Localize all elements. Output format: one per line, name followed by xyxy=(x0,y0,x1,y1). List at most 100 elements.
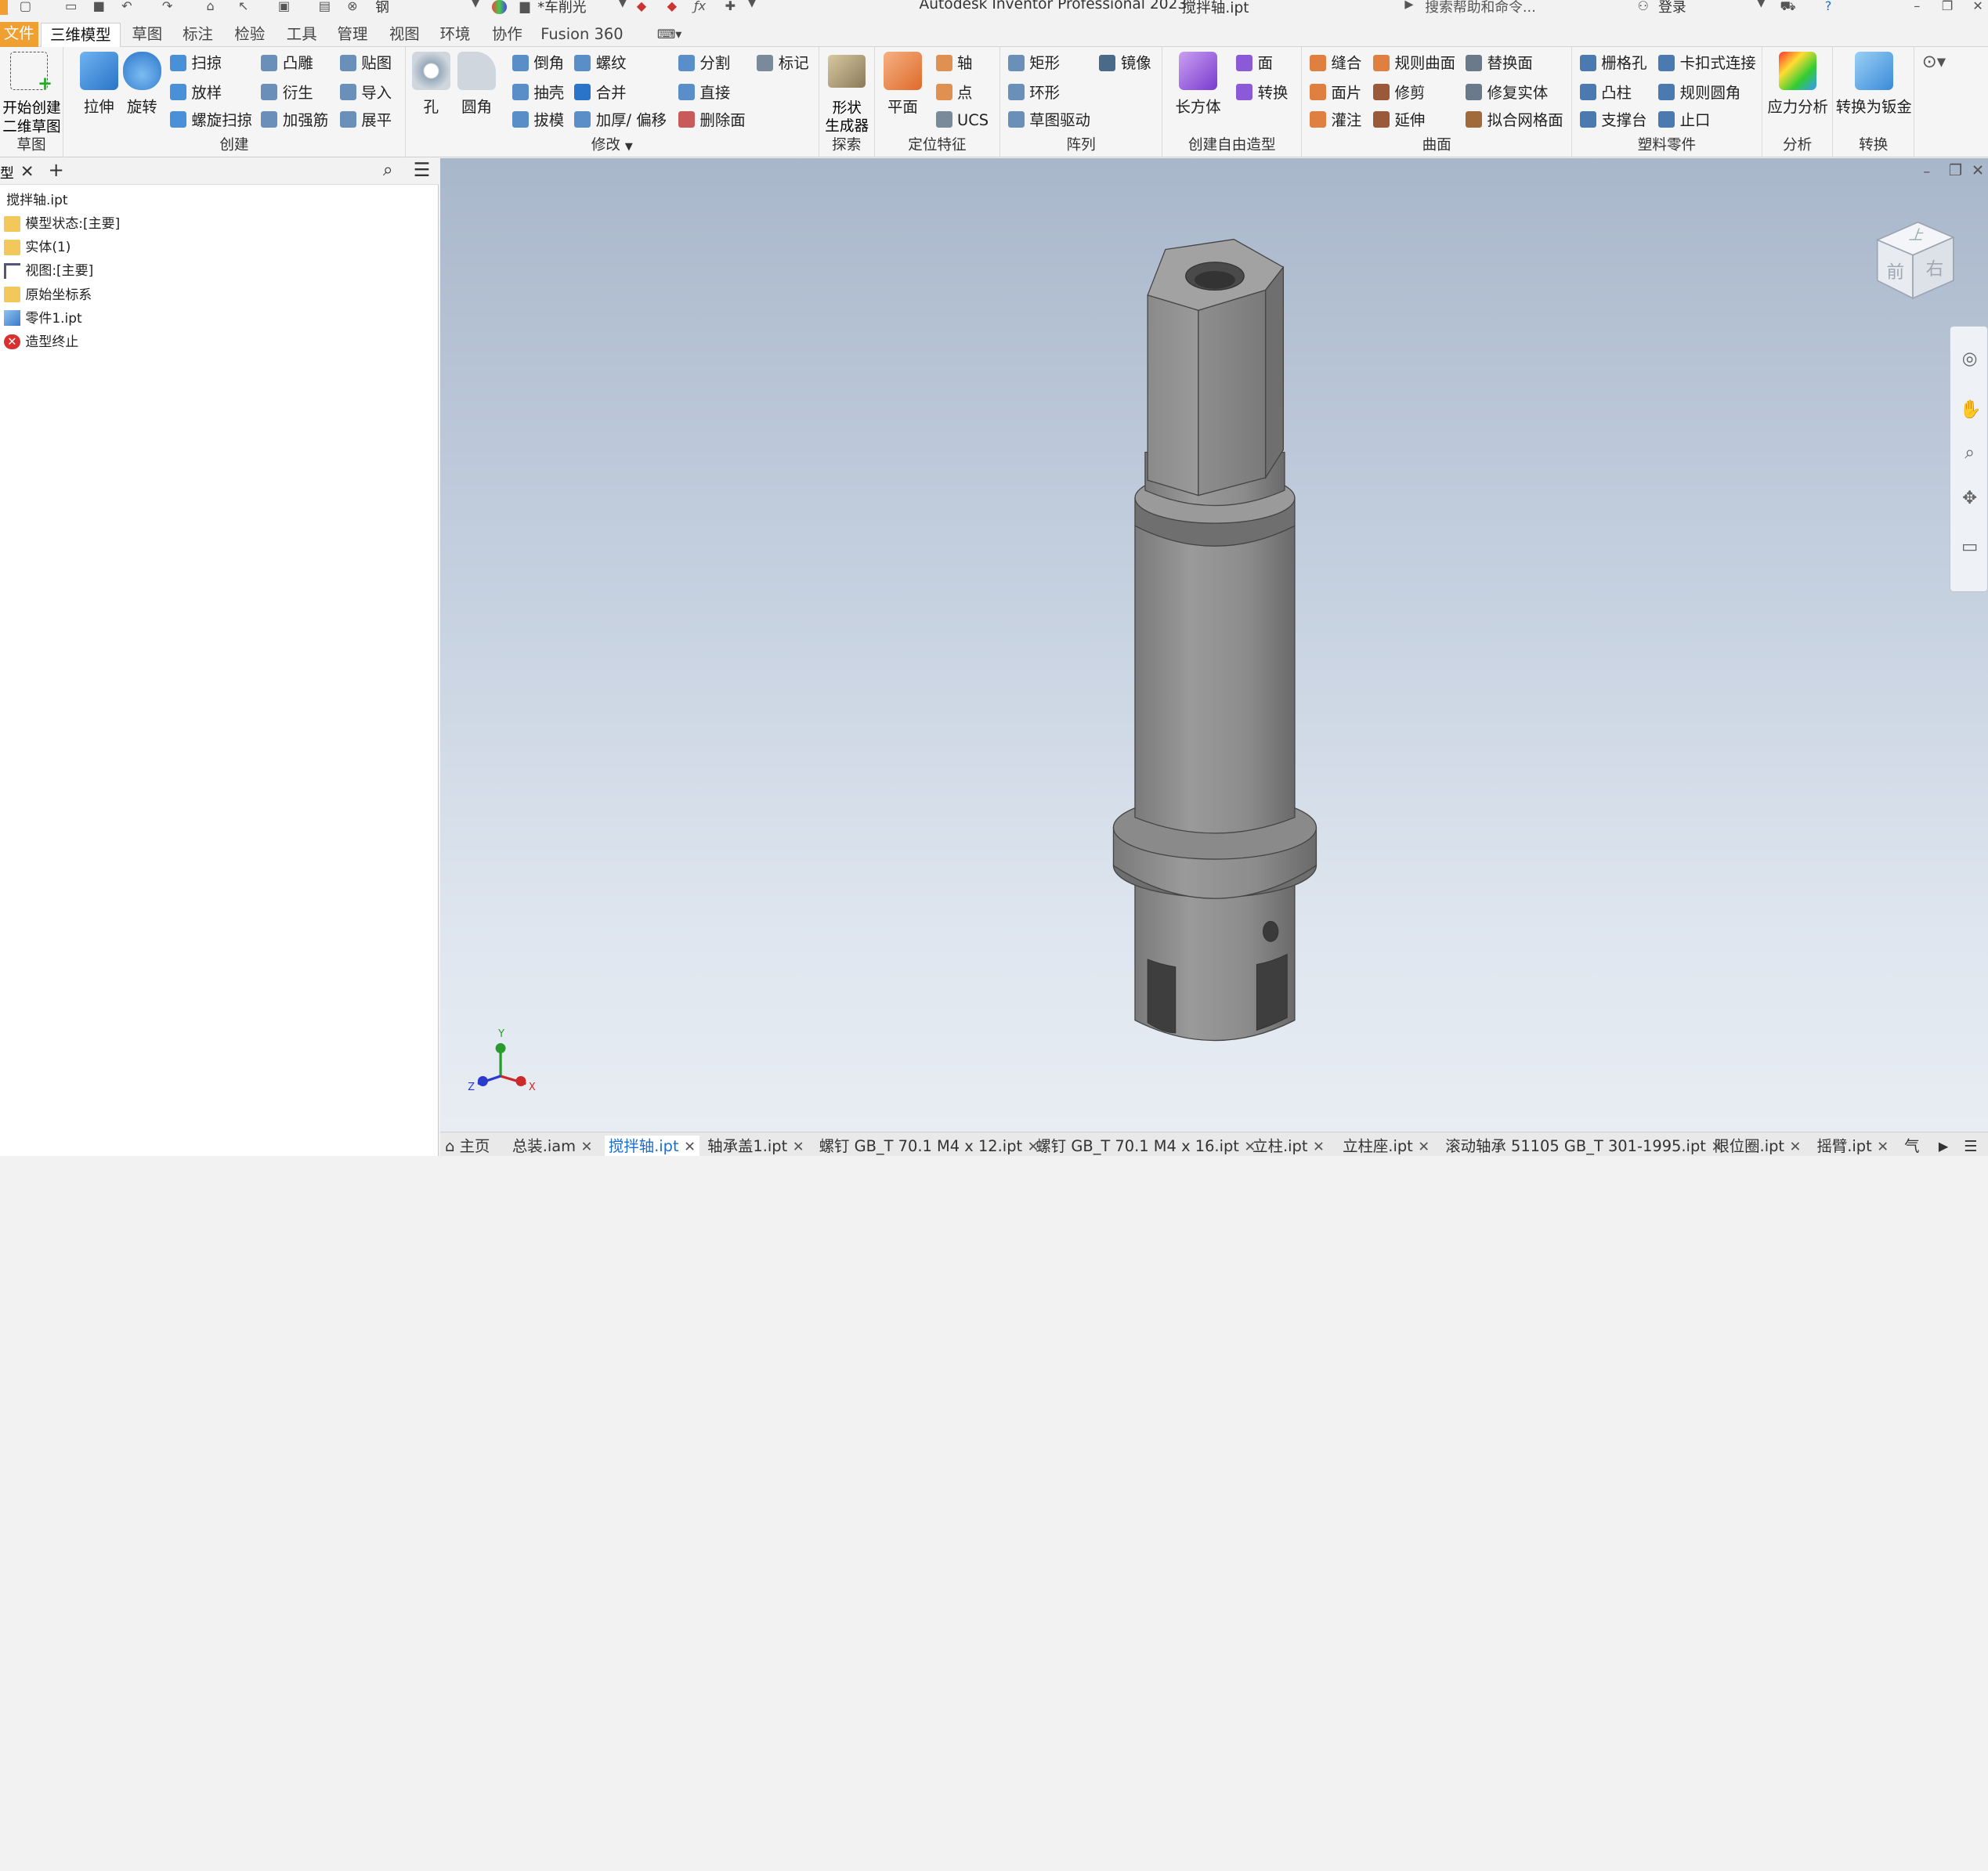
circ-pattern-button[interactable]: 环形 xyxy=(1007,81,1060,104)
sketch-driven-button[interactable]: 草图驱动 xyxy=(1007,109,1090,132)
tab-options-icon[interactable]: ⌨▾ xyxy=(652,23,687,47)
rib-button[interactable]: 加强筋 xyxy=(261,109,328,132)
measure-icon[interactable]: ▤ xyxy=(317,0,332,14)
close-icon[interactable]: ✕ xyxy=(581,1139,593,1155)
chevron-down-icon[interactable]: ▼ xyxy=(748,0,756,9)
stress-analysis-button[interactable]: 应力分析 xyxy=(1765,52,1831,116)
tree-node-origin[interactable]: 原始坐标系 xyxy=(0,284,120,307)
import-button[interactable]: 导入 xyxy=(339,81,392,104)
help-icon[interactable]: ? xyxy=(1820,0,1835,14)
look-at-icon[interactable]: ▭ xyxy=(1960,536,1980,558)
split-button[interactable]: 分割 xyxy=(678,52,730,74)
start-sketch-icon[interactable]: + xyxy=(9,52,52,94)
close-icon[interactable]: ✕ xyxy=(1877,1139,1889,1155)
snap-fit-button[interactable]: 卡扣式连接 xyxy=(1658,52,1756,74)
lip-button[interactable]: 止口 xyxy=(1658,109,1710,132)
document-tab[interactable]: 立柱.ipt ✕ xyxy=(1252,1136,1325,1157)
close-icon[interactable]: ✕ xyxy=(684,1139,696,1155)
axis-button[interactable]: 轴 xyxy=(935,52,972,74)
chevron-down-icon[interactable]: ▼ xyxy=(619,0,627,9)
close-icon[interactable]: ✕ xyxy=(793,1139,804,1155)
hole-button[interactable]: 孔 xyxy=(408,52,454,116)
convert-to-sheet-metal-button[interactable]: 转换为钣金 xyxy=(1836,52,1912,116)
appearance-select[interactable]: *车削光 xyxy=(537,0,586,16)
document-tab[interactable]: 螺钉 GB_T 70.1 M4 x 12.ipt ✕ xyxy=(819,1136,1039,1157)
close-icon[interactable]: ✕ xyxy=(1970,0,1985,14)
thread-button[interactable]: 螺纹 xyxy=(574,52,627,74)
delete-face-button[interactable]: 删除面 xyxy=(678,109,746,132)
sculpt-button[interactable]: 灌注 xyxy=(1310,109,1361,132)
search-icon[interactable]: ⌕ xyxy=(383,160,393,180)
revolve-button[interactable]: 旋转 xyxy=(119,52,164,116)
search-input[interactable]: 搜索帮助和命令... xyxy=(1425,0,1628,16)
document-tab[interactable]: 限位圈.ipt ✕ xyxy=(1714,1136,1801,1157)
update-icon[interactable]: ▣ xyxy=(277,0,291,14)
login-button[interactable]: 登录 xyxy=(1658,0,1686,16)
close-icon[interactable]: ✕ xyxy=(1790,1139,1802,1155)
add-icon[interactable]: + xyxy=(49,158,64,181)
shaft-model[interactable] xyxy=(440,158,1988,1132)
tree-node-solid-bodies[interactable]: 实体(1) xyxy=(0,236,120,259)
tree-node-part1[interactable]: 零件1.ipt xyxy=(0,307,120,330)
document-tab[interactable]: 滚动轴承 51105 GB_T 301-1995.ipt ✕ xyxy=(1445,1136,1722,1157)
tabs-menu-icon[interactable]: ☰ xyxy=(1964,1136,1977,1157)
grill-button[interactable]: 栅格孔 xyxy=(1579,52,1647,74)
tab-tools[interactable]: 工具 xyxy=(281,23,322,47)
open-file-icon[interactable]: ▭ xyxy=(63,0,78,14)
close-icon[interactable]: ✕ xyxy=(20,161,34,181)
direct-button[interactable]: 直接 xyxy=(678,81,730,104)
derive-button[interactable]: 衍生 xyxy=(261,81,313,104)
draft-button[interactable]: 拔模 xyxy=(511,109,564,132)
point-button[interactable]: 点 xyxy=(935,81,972,104)
pan-icon[interactable]: ✋ xyxy=(1960,399,1982,421)
tree-node-view[interactable]: 视图:[主要] xyxy=(0,259,120,283)
document-tab-active[interactable]: 搅拌轴.ipt ✕ xyxy=(605,1135,699,1157)
coil-button[interactable]: 螺旋扫掠 xyxy=(169,109,252,132)
minimize-icon[interactable]: – xyxy=(1910,0,1925,14)
tab-sketch[interactable]: 草图 xyxy=(127,23,168,47)
fx-icon[interactable]: ƒx xyxy=(692,0,707,14)
graphics-viewport[interactable]: 上 前 右 ◎ ✋ ⌕ ✥ ▭ – ❐ ✕ Y X Z xyxy=(439,158,1988,1132)
plane-button[interactable]: 平面 xyxy=(880,52,925,116)
ruled-surface-button[interactable]: 规则曲面 xyxy=(1372,52,1455,74)
chevron-down-icon[interactable]: ▼ xyxy=(472,0,479,9)
replace-face-button[interactable]: 替换面 xyxy=(1466,52,1533,74)
combine-button[interactable]: 合并 xyxy=(574,81,627,104)
document-tab[interactable]: 摇臂.ipt ✕ xyxy=(1816,1136,1889,1157)
plus-icon[interactable]: ✚ xyxy=(723,0,738,14)
mark-button[interactable]: 标记 xyxy=(757,52,809,74)
adjust-icon[interactable]: ◆ xyxy=(634,0,649,14)
ucs-button[interactable]: UCS xyxy=(935,109,989,132)
tab-inspect[interactable]: 检验 xyxy=(230,23,270,47)
view-cube-front[interactable]: 前 xyxy=(1886,258,1904,284)
tab-view[interactable]: 视图 xyxy=(384,23,425,47)
chevron-right-icon[interactable]: ▶ xyxy=(1404,0,1413,11)
restore-icon[interactable]: ❐ xyxy=(1949,161,1962,179)
view-cube-right[interactable]: 右 xyxy=(1926,255,1944,280)
scroll-right-icon[interactable]: ▶ xyxy=(1939,1136,1948,1157)
tab-collaborate[interactable]: 协作 xyxy=(487,23,528,47)
tab-file[interactable]: 文件 xyxy=(0,21,38,47)
close-icon[interactable]: ✕ xyxy=(1972,161,1984,179)
extend-button[interactable]: 延伸 xyxy=(1372,109,1425,132)
tab-manage[interactable]: 管理 xyxy=(332,23,373,47)
restore-icon[interactable]: ❐ xyxy=(1939,0,1954,14)
menu-icon[interactable]: ☰ xyxy=(414,158,431,181)
tab-3d-model[interactable]: 三维模型 xyxy=(40,23,121,47)
steering-wheel-icon[interactable]: ◎ xyxy=(1960,349,1980,370)
boss-button[interactable]: 凸柱 xyxy=(1579,81,1632,104)
document-tab[interactable]: 轴承盖1.ipt ✕ xyxy=(707,1136,804,1157)
save-icon[interactable]: ■ xyxy=(92,0,107,14)
clear-icon[interactable]: ◆ xyxy=(664,0,679,14)
fit-mesh-button[interactable]: 拟合网格面 xyxy=(1466,109,1563,132)
repair-body-button[interactable]: 修复实体 xyxy=(1466,81,1548,104)
view-cube[interactable]: 上 前 右 xyxy=(1870,215,1958,303)
tree-node-model-state[interactable]: 模型状态:[主要] xyxy=(0,212,120,236)
extrude-button[interactable]: 拉伸 xyxy=(76,52,121,116)
convert-button[interactable]: 转换 xyxy=(1236,81,1288,104)
stitch-button[interactable]: 缝合 xyxy=(1310,52,1361,74)
fillet-button[interactable]: 圆角 xyxy=(454,52,499,116)
unwrap-button[interactable]: 展平 xyxy=(339,109,392,132)
shape-generator-icon[interactable] xyxy=(827,54,866,88)
undo-icon[interactable]: ↶ xyxy=(119,0,134,14)
